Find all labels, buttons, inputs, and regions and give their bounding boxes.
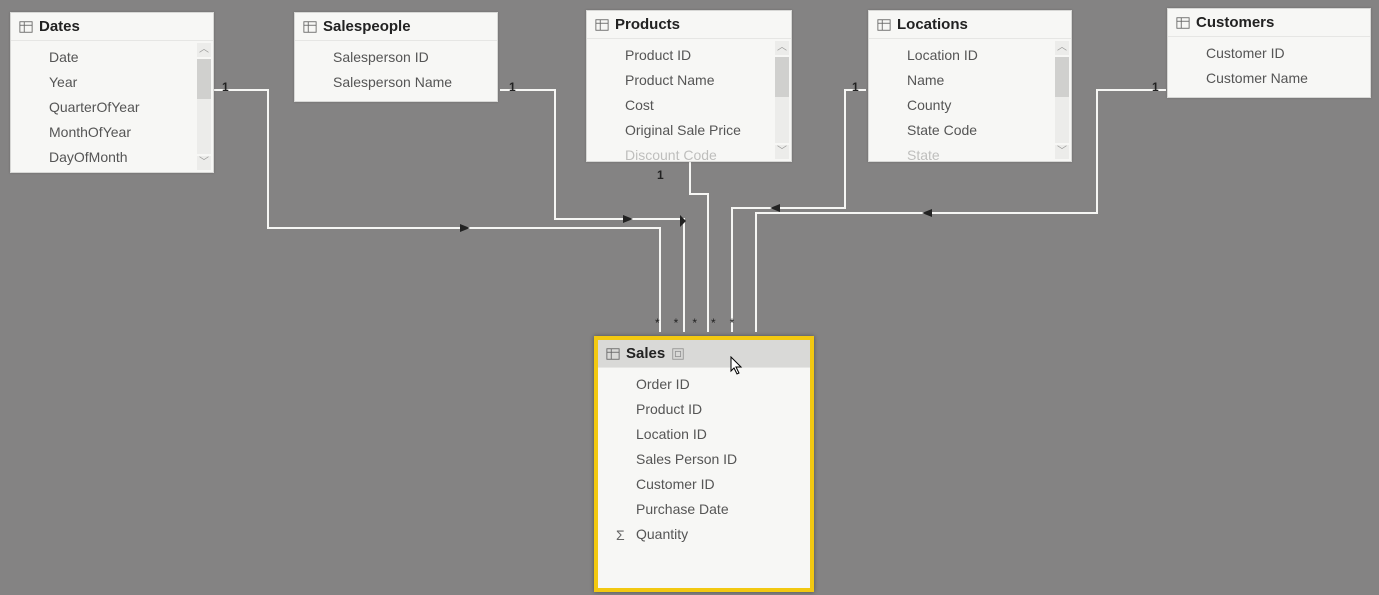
cardinality-many-sales: ***** (655, 316, 748, 330)
field-item[interactable]: Salesperson ID (295, 45, 497, 70)
field-item[interactable]: Sales Person ID (598, 447, 810, 472)
field-item[interactable]: Discount Code (587, 143, 791, 161)
table-icon (303, 20, 317, 34)
field-item[interactable]: County (869, 93, 1071, 118)
table-title: Dates (39, 18, 80, 35)
field-item[interactable]: Location ID (598, 422, 810, 447)
scrollbar[interactable]: ︿ ﹀ (197, 43, 211, 170)
field-list-sales: Order ID Product ID Location ID Sales Pe… (598, 368, 810, 551)
scrollbar[interactable]: ︿ ﹀ (1055, 41, 1069, 159)
field-item[interactable]: Original Sale Price (587, 118, 791, 143)
field-item[interactable]: Customer ID (1168, 41, 1370, 66)
field-item[interactable]: Year (11, 70, 213, 95)
table-card-salespeople[interactable]: Salespeople Salesperson ID Salesperson N… (294, 12, 498, 102)
scroll-up-arrow[interactable]: ︿ (197, 43, 211, 57)
table-header-products[interactable]: Products (587, 11, 791, 39)
scroll-down-arrow[interactable]: ﹀ (775, 145, 789, 159)
table-icon (19, 20, 33, 34)
field-item[interactable]: Name (869, 68, 1071, 93)
table-title: Customers (1196, 14, 1274, 31)
field-item[interactable]: Purchase Date (598, 497, 810, 522)
field-item[interactable]: Cost (587, 93, 791, 118)
cardinality-one-salespeople: 1 (509, 80, 516, 94)
table-card-locations[interactable]: Locations Location ID Name County State … (868, 10, 1072, 162)
field-item[interactable]: Salesperson Name (295, 70, 497, 95)
table-title: Products (615, 16, 680, 33)
field-list-customers: Customer ID Customer Name (1168, 37, 1370, 95)
table-title: Sales (626, 345, 665, 362)
scroll-thumb[interactable] (775, 57, 789, 97)
field-item[interactable]: State Code (869, 118, 1071, 143)
table-title: Locations (897, 16, 968, 33)
scroll-track[interactable] (197, 59, 211, 154)
scroll-track[interactable] (1055, 57, 1069, 143)
field-item[interactable]: DayOfMonth (11, 145, 213, 170)
table-header-dates[interactable]: Dates (11, 13, 213, 41)
table-header-salespeople[interactable]: Salespeople (295, 13, 497, 41)
table-card-dates[interactable]: Dates Date Year QuarterOfYear MonthOfYea… (10, 12, 214, 173)
table-header-customers[interactable]: Customers (1168, 9, 1370, 37)
field-item[interactable]: Product ID (587, 43, 791, 68)
table-title: Salespeople (323, 18, 411, 35)
field-item[interactable]: State (869, 143, 1071, 161)
field-list-locations: Location ID Name County State Code State (869, 39, 1071, 161)
field-item[interactable]: MonthOfYear (11, 120, 213, 145)
field-item[interactable]: QuarterOfYear (11, 95, 213, 120)
scroll-thumb[interactable] (197, 59, 211, 99)
scroll-down-arrow[interactable]: ﹀ (197, 156, 211, 170)
field-item[interactable]: Product ID (598, 397, 810, 422)
field-item[interactable]: Order ID (598, 372, 810, 397)
cardinality-one-dates: 1 (222, 80, 229, 94)
table-icon (1176, 16, 1190, 30)
table-header-locations[interactable]: Locations (869, 11, 1071, 39)
cardinality-one-customers: 1 (1152, 80, 1159, 94)
field-item[interactable]: Location ID (869, 43, 1071, 68)
expand-icon[interactable] (671, 347, 685, 361)
scroll-up-arrow[interactable]: ︿ (1055, 41, 1069, 55)
table-header-sales[interactable]: Sales (598, 340, 810, 368)
scroll-down-arrow[interactable]: ﹀ (1055, 145, 1069, 159)
table-icon (606, 347, 620, 361)
scroll-up-arrow[interactable]: ︿ (775, 41, 789, 55)
table-icon (877, 18, 891, 32)
cardinality-one-products: 1 (657, 168, 664, 182)
scroll-thumb[interactable] (1055, 57, 1069, 97)
field-item[interactable]: Date (11, 45, 213, 70)
field-item[interactable]: Σ Quantity (598, 522, 810, 547)
scroll-track[interactable] (775, 57, 789, 143)
field-item[interactable]: Product Name (587, 68, 791, 93)
field-list-dates: Date Year QuarterOfYear MonthOfYear DayO… (11, 41, 213, 172)
cardinality-one-locations: 1 (852, 80, 859, 94)
table-card-sales[interactable]: Sales Order ID Product ID Location ID Sa… (594, 336, 814, 592)
scrollbar[interactable]: ︿ ﹀ (775, 41, 789, 159)
table-icon (595, 18, 609, 32)
table-card-products[interactable]: Products Product ID Product Name Cost Or… (586, 10, 792, 162)
field-list-products: Product ID Product Name Cost Original Sa… (587, 39, 791, 161)
table-card-customers[interactable]: Customers Customer ID Customer Name (1167, 8, 1371, 98)
field-item[interactable]: Customer Name (1168, 66, 1370, 91)
field-list-salespeople: Salesperson ID Salesperson Name (295, 41, 497, 99)
field-item[interactable]: Customer ID (598, 472, 810, 497)
sigma-icon: Σ (616, 526, 630, 540)
